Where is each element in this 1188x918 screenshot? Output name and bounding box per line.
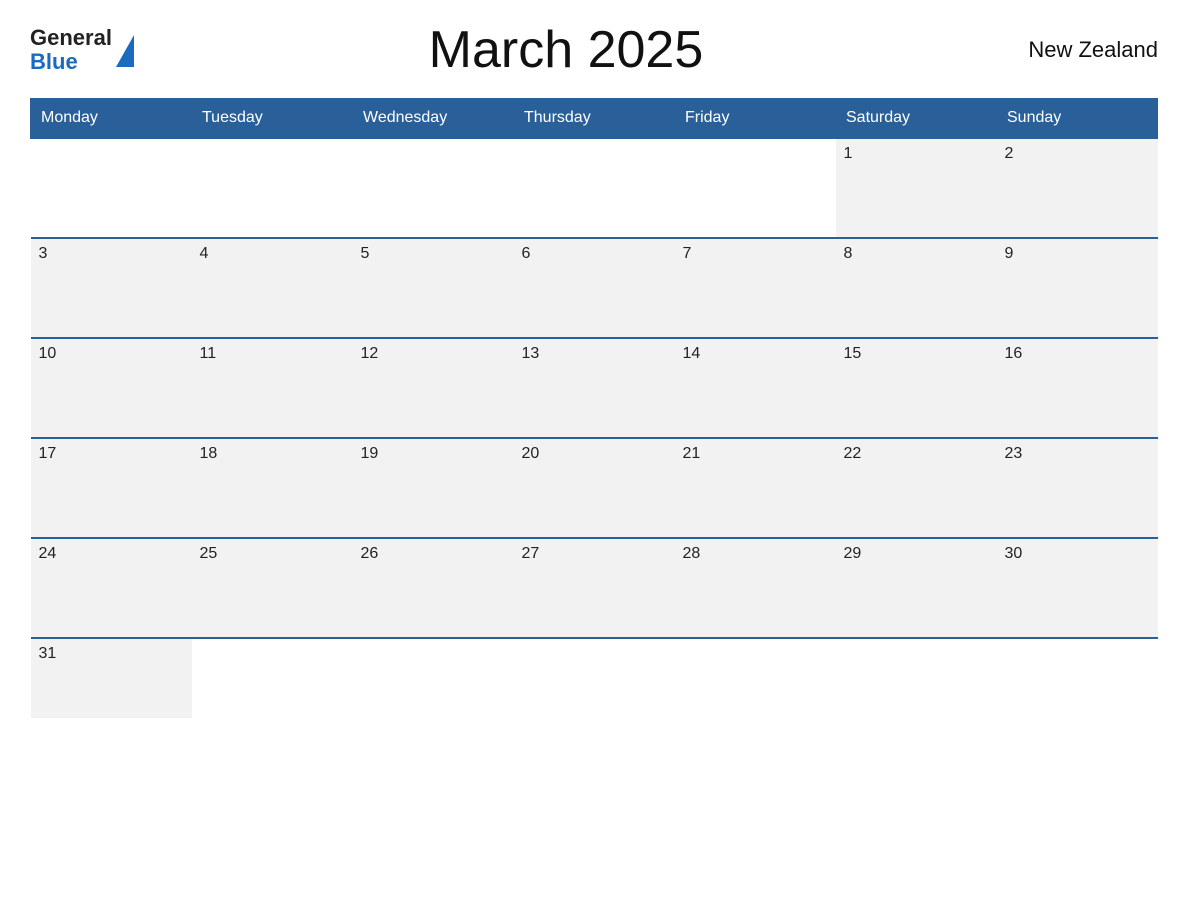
day-number: 22 [844,445,862,462]
day-number: 3 [39,245,48,262]
calendar-week-row: 31 [31,638,1158,718]
calendar-day-cell: 28 [675,538,836,638]
calendar-header: MondayTuesdayWednesdayThursdayFridaySatu… [31,99,1158,139]
day-of-week-thursday: Thursday [514,99,675,139]
calendar-body: 1234567891011121314151617181920212223242… [31,138,1158,718]
day-number: 21 [683,445,701,462]
calendar-day-cell [192,638,353,718]
calendar-day-cell [514,138,675,238]
day-number: 28 [683,545,701,562]
calendar-day-cell: 6 [514,238,675,338]
day-number: 4 [200,245,209,262]
day-number: 15 [844,345,862,362]
day-number: 9 [1005,245,1014,262]
calendar-day-cell: 21 [675,438,836,538]
day-number: 1 [844,145,853,162]
calendar-day-cell: 31 [31,638,192,718]
calendar-day-cell: 17 [31,438,192,538]
day-number: 11 [200,345,217,362]
day-number: 18 [200,445,218,462]
calendar-week-row: 12 [31,138,1158,238]
day-number: 23 [1005,445,1023,462]
page-header: General Blue March 2025 New Zealand [30,20,1158,80]
day-number: 26 [361,545,379,562]
calendar-day-cell [514,638,675,718]
calendar-day-cell [192,138,353,238]
calendar-week-row: 10 11 12 13 14 15 16 [31,338,1158,438]
day-number: 19 [361,445,379,462]
calendar-day-cell: 10 [31,338,192,438]
day-number: 31 [39,645,57,662]
calendar-day-cell [836,638,997,718]
calendar-week-row: 24 25 26 27 28 29 30 [31,538,1158,638]
calendar-table: MondayTuesdayWednesdayThursdayFridaySatu… [30,98,1158,718]
calendar-day-cell: 27 [514,538,675,638]
calendar-day-cell: 20 [514,438,675,538]
day-number: 29 [844,545,862,562]
calendar-day-cell [31,138,192,238]
calendar-day-cell: 13 [514,338,675,438]
calendar-day-cell: 25 [192,538,353,638]
calendar-day-cell: 3 [31,238,192,338]
calendar-day-cell: 4 [192,238,353,338]
day-number: 2 [1005,145,1014,162]
day-number: 17 [39,445,57,462]
calendar-day-cell [353,638,514,718]
logo-text: General Blue [30,26,112,74]
calendar-day-cell: 19 [353,438,514,538]
day-number: 30 [1005,545,1023,562]
calendar-day-cell: 30 [997,538,1158,638]
calendar-day-cell: 22 [836,438,997,538]
day-of-week-wednesday: Wednesday [353,99,514,139]
calendar-day-cell: 12 [353,338,514,438]
day-number: 5 [361,245,370,262]
day-number: 16 [1005,345,1023,362]
day-of-week-sunday: Sunday [997,99,1158,139]
calendar-day-cell: 26 [353,538,514,638]
logo-blue-text: Blue [30,50,112,74]
calendar-day-cell [353,138,514,238]
calendar-week-row: 3 4 5 6 7 8 9 [31,238,1158,338]
calendar-day-cell: 15 [836,338,997,438]
day-number: 13 [522,345,540,362]
calendar-day-cell: 16 [997,338,1158,438]
day-of-week-friday: Friday [675,99,836,139]
day-number: 10 [39,345,57,362]
day-of-week-saturday: Saturday [836,99,997,139]
calendar-day-cell: 14 [675,338,836,438]
calendar-day-cell: 1 [836,138,997,238]
country-label: New Zealand [998,37,1158,63]
calendar-day-cell: 18 [192,438,353,538]
day-number: 24 [39,545,57,562]
calendar-day-cell: 11 [192,338,353,438]
day-number: 25 [200,545,218,562]
calendar-day-cell: 2 [997,138,1158,238]
calendar-day-cell [997,638,1158,718]
calendar-day-cell [675,638,836,718]
day-of-week-monday: Monday [31,99,192,139]
calendar-day-cell: 23 [997,438,1158,538]
calendar-week-row: 17 18 19 20 21 22 23 [31,438,1158,538]
day-number: 27 [522,545,540,562]
calendar-day-cell: 9 [997,238,1158,338]
day-number: 20 [522,445,540,462]
logo-triangle-icon [116,35,134,67]
days-of-week-row: MondayTuesdayWednesdayThursdayFridaySatu… [31,99,1158,139]
calendar-day-cell: 7 [675,238,836,338]
logo-general-text: General [30,26,112,50]
day-number: 7 [683,245,692,262]
calendar-day-cell: 5 [353,238,514,338]
calendar-day-cell: 8 [836,238,997,338]
day-number: 8 [844,245,853,262]
day-number: 6 [522,245,531,262]
calendar-day-cell: 29 [836,538,997,638]
page-title: March 2025 [134,20,998,80]
day-number: 12 [361,345,379,362]
calendar-day-cell: 24 [31,538,192,638]
day-of-week-tuesday: Tuesday [192,99,353,139]
day-number: 14 [683,345,701,362]
logo: General Blue [30,26,134,74]
calendar-day-cell [675,138,836,238]
